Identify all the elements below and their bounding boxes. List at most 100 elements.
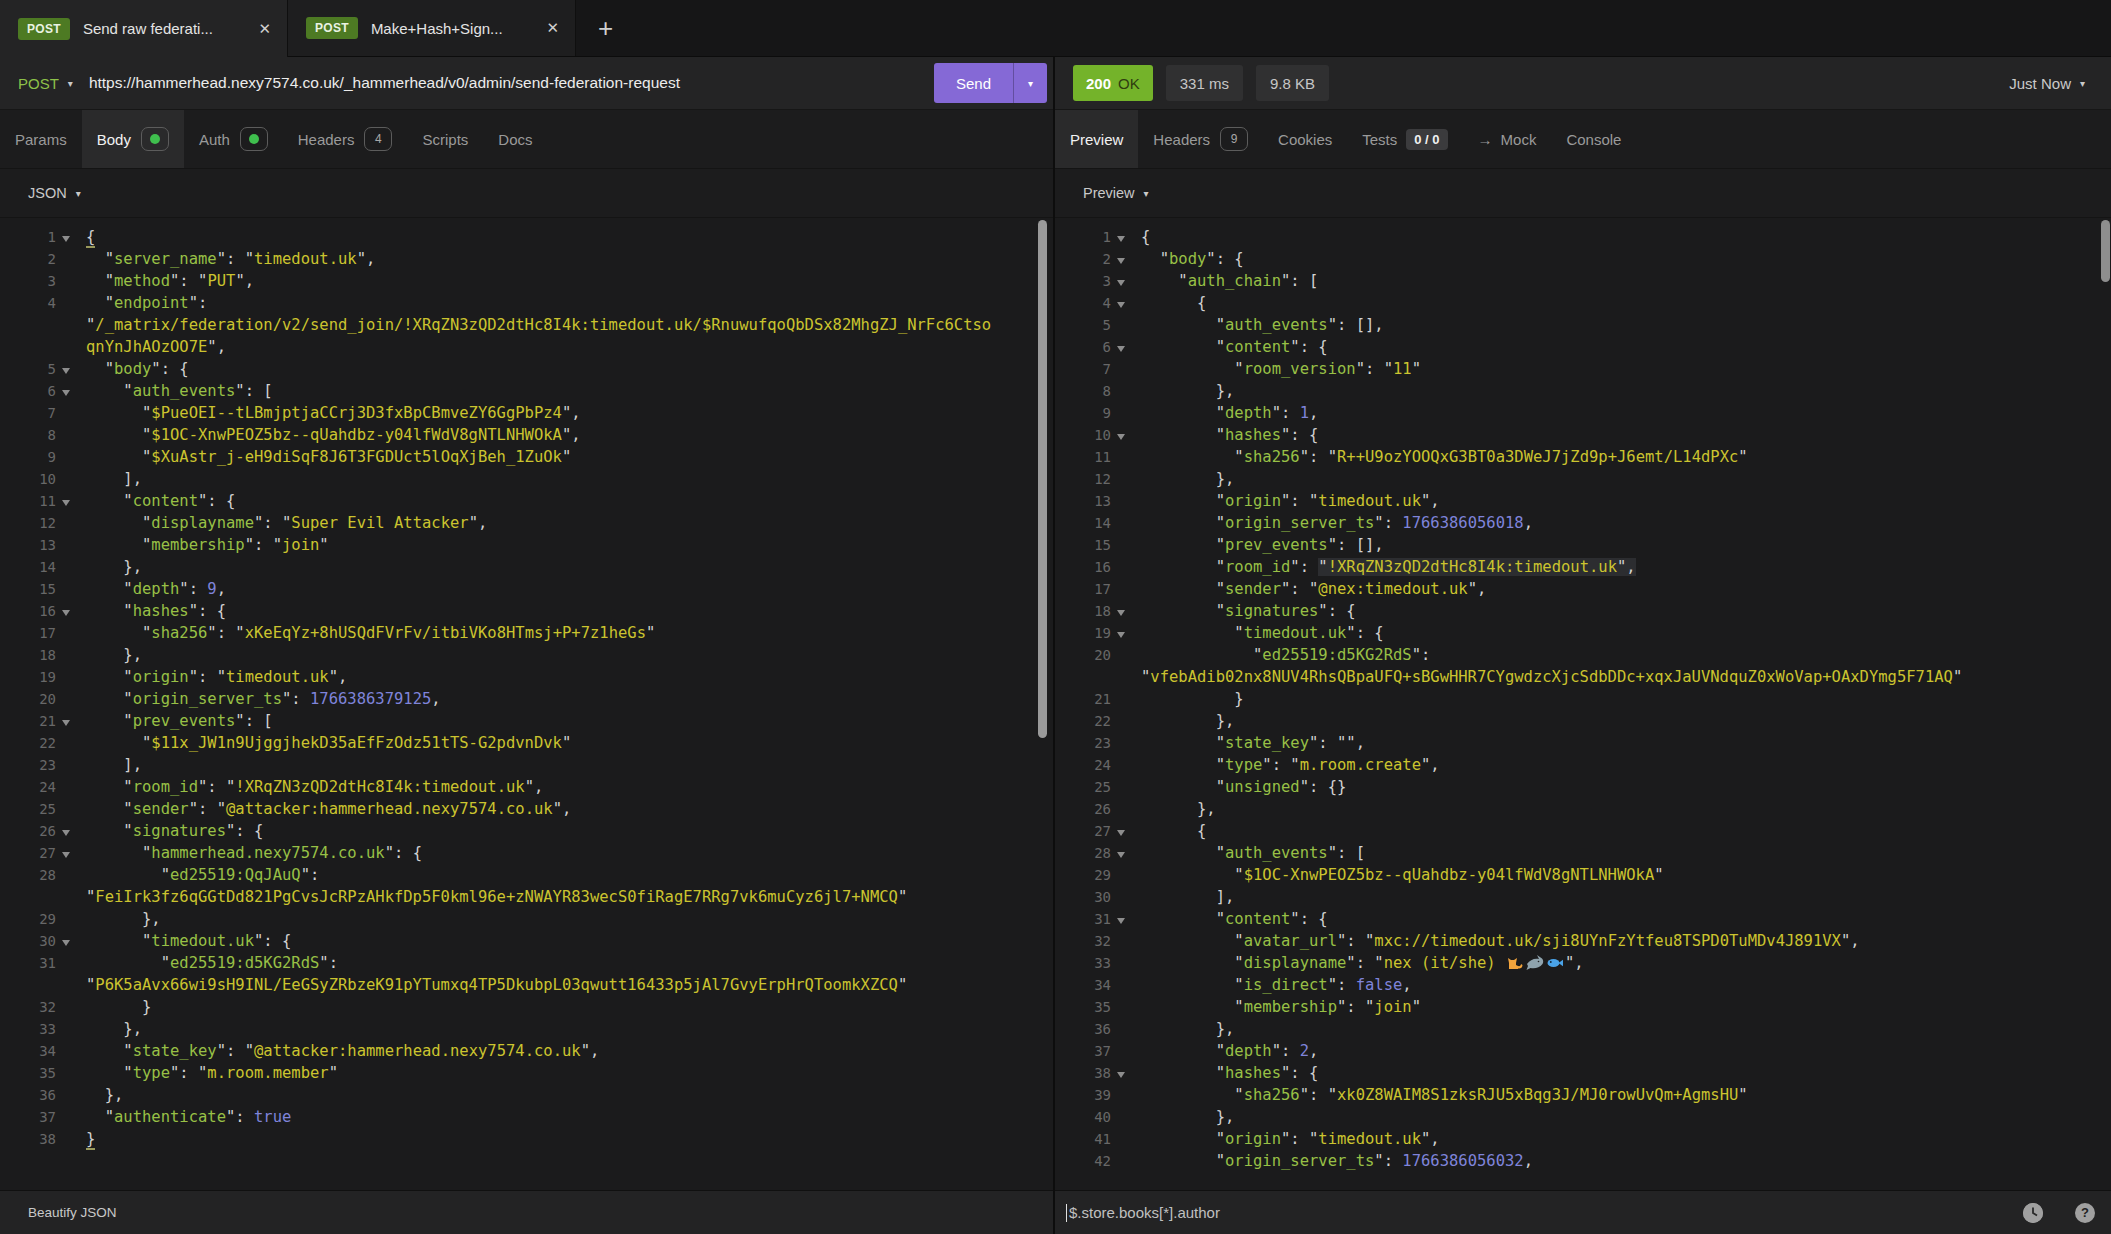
code-line: 13 membership: join [0,534,1053,556]
code-line: 29 }, [0,908,1053,930]
fold-arrow-icon[interactable] [62,368,70,374]
fold-arrow-icon[interactable] [1117,852,1125,858]
fold-arrow-icon[interactable] [62,852,70,858]
response-timestamp[interactable]: Just Now▾ [2009,75,2085,92]
tab-mock[interactable]: →Mock [1463,110,1552,168]
fold-arrow-icon[interactable] [1117,1072,1125,1078]
code-line: 18 }, [0,644,1053,666]
code-line: 23 ], [0,754,1053,776]
request-tab-inactive[interactable]: POST Make+Hash+Sign... ✕ [288,0,576,56]
fold-arrow-icon[interactable] [62,610,70,616]
tab-scripts[interactable]: Scripts [407,110,483,168]
code-line: 37 authenticate: true [0,1106,1053,1128]
chevron-down-icon: ▾ [1144,188,1149,199]
code-line: 26 }, [1055,798,2111,820]
tab-label: Auth [199,131,230,148]
headers-count-badge: 4 [364,127,392,151]
code-line: 3 auth_chain: [ [1055,270,2111,292]
fold-arrow-icon[interactable] [1117,236,1125,242]
tab-label: Mock [1501,131,1537,148]
request-body-editor[interactable]: 1{2 server_name: timedout.uk,3 method: P… [0,218,1053,1190]
tab-tests[interactable]: Tests0 / 0 [1347,110,1462,168]
help-icon[interactable]: ? [2075,1203,2095,1223]
response-filter-input[interactable]: $.store.books[*].author [1069,1204,2023,1221]
request-tab-active[interactable]: POST Send raw federati... ✕ [0,0,288,57]
tab-headers[interactable]: Headers4 [283,110,408,168]
code-line: 11 content: { [0,490,1053,512]
fold-arrow-icon[interactable] [1117,280,1125,286]
tab-params[interactable]: Params [0,110,82,168]
auth-indicator [240,127,268,151]
code-line: 34 is_direct: false, [1055,974,2111,996]
timestamp-label: Just Now [2009,75,2071,92]
code-line: vfebAdib02nx8NUV4RhsQBpaUFQ+sBGwHHR7CYgw… [1055,666,2111,688]
tab-label: Scripts [422,131,468,148]
fold-arrow-icon[interactable] [1117,610,1125,616]
code-line: 21 prev_events: [ [0,710,1053,732]
new-tab-button[interactable]: + [576,0,635,56]
fold-arrow-icon[interactable] [1117,434,1125,440]
fold-arrow-icon[interactable] [62,830,70,836]
tab-auth[interactable]: Auth [184,110,283,168]
response-tabs: Preview Headers9 Cookies Tests0 / 0 →Moc… [1055,110,2111,169]
fold-arrow-icon[interactable] [1117,258,1125,264]
scrollbar-thumb[interactable] [1038,220,1047,738]
send-options-button[interactable]: ▾ [1013,63,1047,103]
code-line: 8 }, [1055,380,2111,402]
code-line: 14 }, [0,556,1053,578]
code-line: 23 state_key: , [1055,732,2111,754]
request-tabs: Params Body Auth Headers4 Scripts Docs [0,110,1053,169]
request-status-bar: Beautify JSON [0,1190,1053,1234]
response-size-badge: 9.8 KB [1256,65,1329,101]
code-line: 33 }, [0,1018,1053,1040]
url-input[interactable]: https://hammerhead.nexy7574.co.uk/_hamme… [89,74,934,92]
cat-emoji [1506,953,1524,971]
tab-preview[interactable]: Preview [1055,110,1138,168]
chevron-down-icon[interactable]: ▾ [68,78,73,89]
code-line: 10 hashes: { [1055,424,2111,446]
fold-arrow-icon[interactable] [1117,830,1125,836]
history-clock-icon[interactable] [2023,1203,2043,1223]
response-preview-editor[interactable]: 1{2 body: {3 auth_chain: [4 {5 auth_even… [1055,218,2111,1190]
tab-body[interactable]: Body [82,110,184,168]
chevron-down-icon: ▾ [1028,78,1033,89]
preview-mode-bar: Preview ▾ [1055,169,2111,218]
tab-response-headers[interactable]: Headers9 [1138,110,1263,168]
code-line: 17 sha256: xKeEqYz+8hUSQdFVrFv/itbiVKo8H… [0,622,1053,644]
method-select[interactable]: POST [18,75,59,92]
code-line: 39 sha256: xk0Z8WAIM8S1zksRJU5xBqg3J/MJ0… [1055,1084,2111,1106]
tab-cookies[interactable]: Cookies [1263,110,1347,168]
code-line: 31 content: { [1055,908,2111,930]
preview-mode-select[interactable]: Preview [1083,185,1135,201]
fold-arrow-icon[interactable] [62,720,70,726]
fold-arrow-icon[interactable] [1117,918,1125,924]
tab-label: Body [97,131,131,148]
code-line: 12 displayname: Super Evil Attacker, [0,512,1053,534]
fold-arrow-icon[interactable] [62,236,70,242]
body-mode-bar: JSON ▾ [0,169,1053,218]
code-line: 1{ [0,226,1053,248]
beautify-json-button[interactable]: Beautify JSON [28,1205,117,1220]
shark-emoji [1526,953,1544,971]
fold-arrow-icon[interactable] [62,500,70,506]
text-cursor [1066,1204,1067,1222]
tab-title: Send raw federati... [83,20,247,37]
method-badge: POST [306,17,358,39]
close-icon[interactable]: ✕ [546,19,559,37]
fold-arrow-icon[interactable] [62,940,70,946]
fold-arrow-icon[interactable] [1117,346,1125,352]
response-panel: 200 OK 331 ms 9.8 KB Just Now▾ Preview H… [1055,57,2111,1234]
code-line: 25 unsigned: {} [1055,776,2111,798]
fish-emoji [1546,953,1564,971]
tab-label: Docs [498,131,532,148]
code-line: 20 ed25519:d5KG2RdS: [1055,644,2111,666]
fold-arrow-icon[interactable] [1117,302,1125,308]
tab-docs[interactable]: Docs [483,110,547,168]
fold-arrow-icon[interactable] [1117,632,1125,638]
body-mode-select[interactable]: JSON [28,185,67,201]
tab-console[interactable]: Console [1551,110,1636,168]
fold-arrow-icon[interactable] [62,390,70,396]
close-icon[interactable]: ✕ [258,20,271,38]
send-button[interactable]: Send ▾ [934,63,1047,103]
scrollbar-thumb[interactable] [2101,220,2110,282]
